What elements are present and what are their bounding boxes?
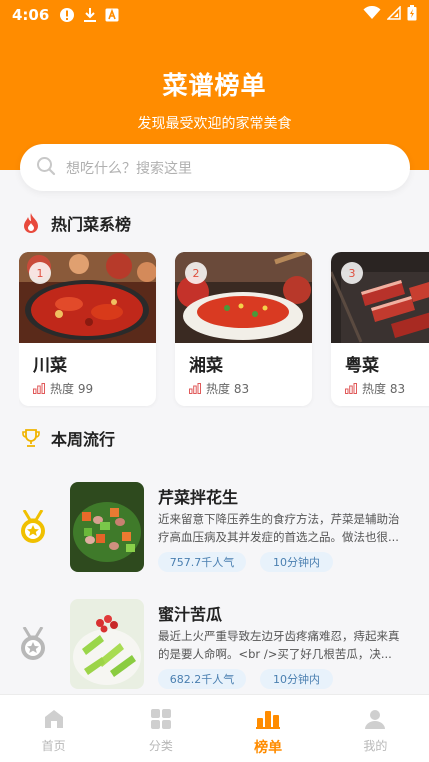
cuisine-card-hunan[interactable]: 2 湘菜 热度 83 (175, 252, 312, 406)
tab-ranking[interactable]: 榜单 (215, 695, 322, 762)
tab-profile[interactable]: 我的 (322, 695, 429, 762)
rank-badge: 2 (185, 262, 207, 284)
recipe-description: 近来留意下降压养生的食疗方法，芹菜是辅助治疗高血压病及其并发症的首选之品。做法也… (158, 512, 400, 544)
recipe-thumbnail (70, 482, 144, 572)
ranking-icon (256, 707, 281, 731)
hot-section-label: 热门菜系榜 (51, 215, 132, 234)
time-tag: 10分钟内 (260, 552, 333, 572)
tab-ranking-label: 榜单 (254, 740, 283, 756)
weekly-section-label: 本周流行 (51, 430, 116, 449)
cuisine-heat-value: 热度 99 (50, 382, 94, 396)
tab-home-label: 首页 (41, 739, 66, 753)
gold-medal-icon (18, 509, 48, 544)
cuisine-heat-value: 热度 83 (362, 382, 406, 396)
recipe-title: 芹菜拌花生 (158, 488, 239, 507)
keyboard-icon (105, 8, 119, 22)
cuisine-name: 湘菜 (189, 356, 223, 376)
page-title: 菜谱榜单 (162, 71, 267, 100)
cuisine-image-hotpot: 1 (19, 252, 156, 343)
download-icon (83, 7, 97, 23)
hot-section-title: 热门菜系榜 (20, 211, 131, 235)
status-right (363, 5, 417, 25)
cuisine-image-fish: 2 (175, 252, 312, 343)
recipe-item[interactable]: 蜜汁苦瓜 最近上火严重导致左边牙齿疼痛难忍，痔起来真的是要人命啊。<br />买… (0, 599, 429, 699)
signal-icon (386, 5, 401, 24)
cuisine-heat: 热度 99 (33, 380, 93, 397)
weekly-section-title: 本周流行 (20, 426, 115, 450)
silver-medal-icon (18, 626, 48, 661)
recipe-thumbnail (70, 599, 144, 689)
tab-category[interactable]: 分类 (107, 695, 214, 762)
cuisine-card-sichuan[interactable]: 1 川菜 热度 99 (19, 252, 156, 406)
recipe-title: 蜜汁苦瓜 (158, 605, 223, 624)
popularity-tag: 682.2千人气 (158, 669, 246, 689)
recipe-description: 最近上火严重导致左边牙齿疼痛难忍，痔起来真的是要人命啊。<br />买了好几根苦… (158, 629, 400, 661)
time-tag: 10分钟内 (260, 669, 333, 689)
tab-category-label: 分类 (148, 739, 173, 753)
page-subtitle: 发现最受欢迎的家常美食 (137, 116, 292, 132)
rank-badge: 3 (341, 262, 363, 284)
cuisine-image-roast-meat: 3 (331, 252, 429, 343)
battery-icon (407, 5, 417, 25)
tab-home[interactable]: 首页 (0, 695, 107, 762)
cuisine-heat-value: 热度 83 (206, 382, 250, 396)
tab-profile-label: 我的 (363, 739, 388, 753)
popularity-tag: 757.7千人气 (158, 552, 246, 572)
cuisine-heat: 热度 83 (189, 380, 249, 397)
wifi-icon (363, 5, 381, 24)
rank-badge: 1 (29, 262, 51, 284)
home-icon (42, 707, 66, 731)
bar-chart-icon (33, 383, 45, 394)
status-bar: 4:06 (0, 0, 429, 30)
cuisine-heat: 热度 83 (345, 380, 405, 397)
user-icon (363, 707, 387, 731)
bar-chart-icon (189, 383, 201, 394)
cuisine-name: 川菜 (33, 356, 67, 376)
cuisine-name: 粤菜 (345, 356, 379, 376)
cuisine-card-cantonese[interactable]: 3 粤菜 热度 83 (331, 252, 429, 406)
search-icon (36, 156, 56, 180)
search-placeholder: 想吃什么？搜索这里 (66, 160, 192, 177)
search-input[interactable]: 想吃什么？搜索这里 (20, 144, 410, 191)
recipe-item[interactable]: 芹菜拌花生 近来留意下降压养生的食疗方法，芹菜是辅助治疗高血压病及其并发症的首选… (0, 482, 429, 582)
bottom-tab-bar: 首页 分类 榜单 我的 (0, 694, 429, 762)
fire-icon (20, 212, 42, 234)
alert-icon (59, 7, 75, 23)
bar-chart-icon (345, 383, 357, 394)
cuisine-cards: 1 川菜 热度 99 2 湘菜 热度 83 3 粤菜 热度 83 (19, 252, 429, 408)
status-time: 4:06 (12, 6, 50, 24)
grid-icon (149, 707, 173, 731)
trophy-icon (20, 427, 42, 449)
